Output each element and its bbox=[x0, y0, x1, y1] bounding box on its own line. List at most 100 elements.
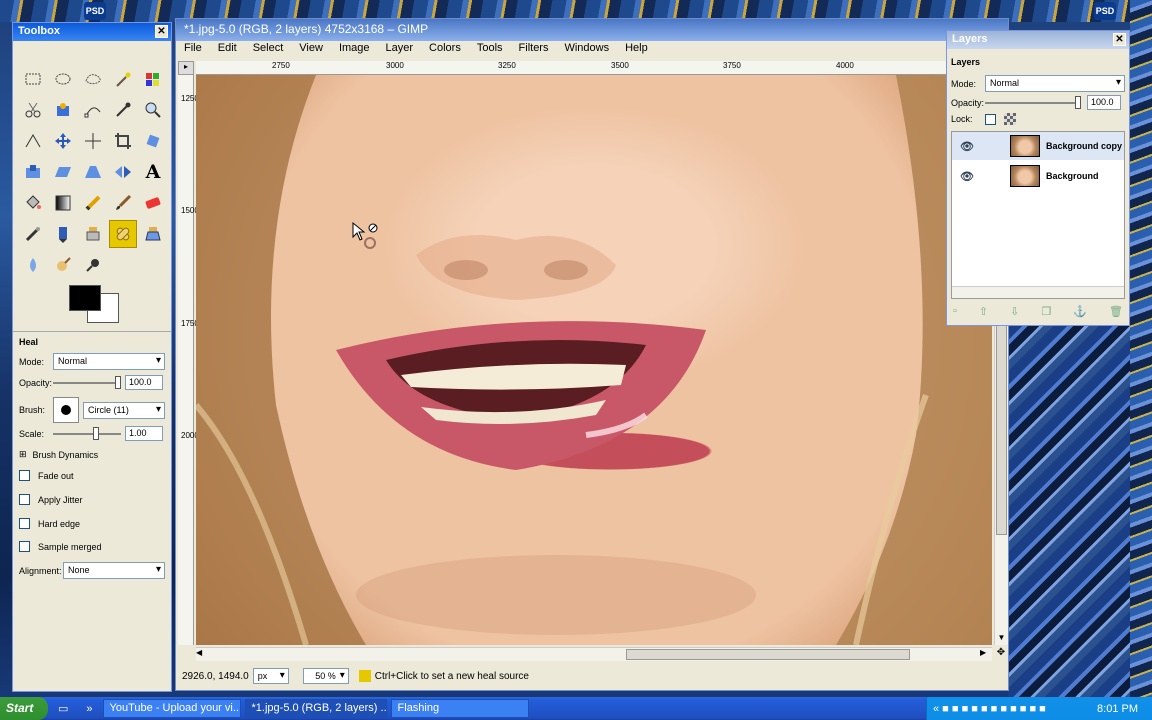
menu-view[interactable]: View bbox=[297, 41, 325, 59]
layer-row-background[interactable]: 👁 Background bbox=[952, 162, 1124, 190]
close-icon[interactable]: ✕ bbox=[155, 25, 168, 38]
foreground-select-tool[interactable] bbox=[49, 96, 77, 124]
fuzzy-select-tool[interactable] bbox=[109, 65, 137, 93]
apply-jitter-checkbox[interactable] bbox=[19, 494, 30, 505]
quicklaunch-chevron-icon[interactable]: » bbox=[86, 703, 92, 715]
delete-layer-icon[interactable]: 🗑 bbox=[1109, 305, 1123, 318]
image-canvas[interactable] bbox=[196, 75, 992, 645]
ink-tool[interactable] bbox=[49, 220, 77, 248]
zoom-tool[interactable] bbox=[139, 96, 167, 124]
quick-mask-corner-icon[interactable]: ▸ bbox=[178, 61, 194, 75]
eye-icon[interactable]: 👁 bbox=[960, 170, 974, 183]
scroll-down-arrow-icon[interactable]: ▼ bbox=[996, 633, 1007, 645]
lower-layer-icon[interactable]: ⇩ bbox=[1010, 305, 1019, 318]
rotate-tool[interactable] bbox=[139, 127, 167, 155]
layer-opacity-input[interactable]: 100.0 bbox=[1087, 95, 1121, 110]
opacity-input[interactable]: 100.0 bbox=[125, 375, 163, 390]
mode-select[interactable]: Normal bbox=[53, 353, 165, 370]
menu-select[interactable]: Select bbox=[251, 41, 286, 59]
flip-tool[interactable] bbox=[109, 158, 137, 186]
brush-name-field[interactable]: Circle (11) bbox=[83, 401, 165, 419]
dodge-burn-tool[interactable] bbox=[79, 251, 107, 279]
tray-icons[interactable]: « ■ ■ ■ ■ ■ ■ ■ ■ ■ ■ ■ bbox=[933, 703, 1046, 715]
show-desktop-icon[interactable]: ▭ bbox=[58, 702, 68, 715]
bucket-fill-tool[interactable] bbox=[19, 189, 47, 217]
scale-tool[interactable] bbox=[19, 158, 47, 186]
airbrush-tool[interactable] bbox=[19, 220, 47, 248]
brush-preview[interactable] bbox=[53, 397, 79, 423]
vertical-ruler[interactable]: 1250 1500 1750 2000 bbox=[178, 75, 199, 645]
shear-tool[interactable] bbox=[49, 158, 77, 186]
layers-tab-label[interactable]: Layers bbox=[951, 57, 980, 67]
opacity-slider[interactable] bbox=[53, 375, 121, 389]
scale-input[interactable]: 1.00 bbox=[125, 426, 163, 441]
paintbrush-tool[interactable] bbox=[109, 189, 137, 217]
eye-icon[interactable]: 👁 bbox=[960, 140, 974, 153]
desktop-psd-icon-right[interactable]: PSD bbox=[1094, 2, 1116, 20]
unit-select[interactable]: px bbox=[252, 668, 289, 684]
menu-windows[interactable]: Windows bbox=[562, 41, 611, 59]
horizontal-ruler[interactable]: 2750 3000 3250 3500 3750 4000 bbox=[196, 61, 1010, 75]
layer-mode-select[interactable]: Normal bbox=[985, 75, 1125, 92]
clock[interactable]: 8:01 PM bbox=[1097, 703, 1138, 715]
menu-filters[interactable]: Filters bbox=[517, 41, 551, 59]
select-by-color-tool[interactable] bbox=[139, 65, 167, 93]
close-icon[interactable]: ✕ bbox=[1113, 33, 1126, 46]
task-gimp[interactable]: *1.jpg-5.0 (RGB, 2 layers) ... bbox=[244, 699, 387, 718]
zoom-select[interactable]: 50 % bbox=[302, 668, 349, 684]
menu-colors[interactable]: Colors bbox=[427, 41, 463, 59]
menu-help[interactable]: Help bbox=[623, 41, 650, 59]
paths-tool[interactable] bbox=[79, 96, 107, 124]
expand-icon[interactable]: ⊞ bbox=[19, 449, 27, 460]
foreground-color-swatch[interactable] bbox=[69, 285, 101, 311]
horizontal-scrollbar[interactable]: ◀ ▶ bbox=[196, 647, 992, 661]
fg-bg-colors[interactable] bbox=[69, 285, 119, 323]
apply-jitter-row[interactable]: Apply Jitter bbox=[19, 494, 83, 505]
align-tool[interactable] bbox=[79, 127, 107, 155]
image-window-titlebar[interactable]: *1.jpg-5.0 (RGB, 2 layers) 4752x3168 – G… bbox=[176, 19, 1008, 41]
layers-hscrollbar[interactable] bbox=[952, 286, 1124, 298]
layer-row-background-copy[interactable]: 👁 Background copy bbox=[952, 132, 1124, 160]
opacity-slider-thumb[interactable] bbox=[115, 375, 121, 389]
text-tool[interactable]: A bbox=[139, 158, 167, 186]
layer-opacity-slider-thumb[interactable] bbox=[1075, 95, 1081, 109]
eraser-tool[interactable] bbox=[139, 189, 167, 217]
free-select-tool[interactable] bbox=[79, 65, 107, 93]
lock-alpha-checkbox[interactable] bbox=[985, 113, 996, 125]
duplicate-layer-icon[interactable]: ❐ bbox=[1041, 305, 1051, 318]
color-picker-tool[interactable] bbox=[109, 96, 137, 124]
perspective-tool[interactable] bbox=[79, 158, 107, 186]
scale-slider[interactable] bbox=[53, 426, 121, 440]
anchor-layer-icon[interactable]: ⚓ bbox=[1073, 305, 1087, 318]
crop-tool[interactable] bbox=[109, 127, 137, 155]
sample-merged-checkbox[interactable] bbox=[19, 541, 30, 552]
scale-slider-thumb[interactable] bbox=[93, 426, 99, 440]
fade-out-checkbox[interactable] bbox=[19, 470, 30, 481]
pencil-tool[interactable] bbox=[79, 189, 107, 217]
horizontal-scroll-thumb[interactable] bbox=[626, 649, 910, 660]
layers-titlebar[interactable]: Layers ✕ bbox=[947, 31, 1129, 49]
scroll-right-arrow-icon[interactable]: ▶ bbox=[980, 648, 992, 660]
menu-file[interactable]: File bbox=[182, 41, 204, 59]
rect-select-tool[interactable] bbox=[19, 65, 47, 93]
new-layer-icon[interactable]: ▫ bbox=[953, 305, 957, 318]
layer-opacity-slider[interactable] bbox=[985, 95, 1081, 109]
menu-image[interactable]: Image bbox=[337, 41, 372, 59]
scroll-left-arrow-icon[interactable]: ◀ bbox=[196, 648, 208, 660]
menu-layer[interactable]: Layer bbox=[384, 41, 416, 59]
move-tool[interactable] bbox=[49, 127, 77, 155]
menu-edit[interactable]: Edit bbox=[216, 41, 239, 59]
hard-edge-row[interactable]: Hard edge bbox=[19, 518, 80, 529]
scissors-tool[interactable] bbox=[19, 96, 47, 124]
task-flashing[interactable]: Flashing bbox=[390, 699, 529, 718]
blur-tool[interactable] bbox=[19, 251, 47, 279]
start-button[interactable]: Start bbox=[0, 697, 48, 720]
menu-tools[interactable]: Tools bbox=[475, 41, 505, 59]
smudge-tool[interactable] bbox=[49, 251, 77, 279]
hard-edge-checkbox[interactable] bbox=[19, 518, 30, 529]
navigate-icon[interactable]: ✥ bbox=[994, 647, 1008, 661]
sample-merged-row[interactable]: Sample merged bbox=[19, 541, 102, 552]
desktop-psd-icon[interactable]: PSD bbox=[84, 2, 106, 20]
alignment-select[interactable]: None bbox=[63, 562, 165, 579]
task-youtube[interactable]: YouTube - Upload your vi... bbox=[102, 699, 241, 718]
